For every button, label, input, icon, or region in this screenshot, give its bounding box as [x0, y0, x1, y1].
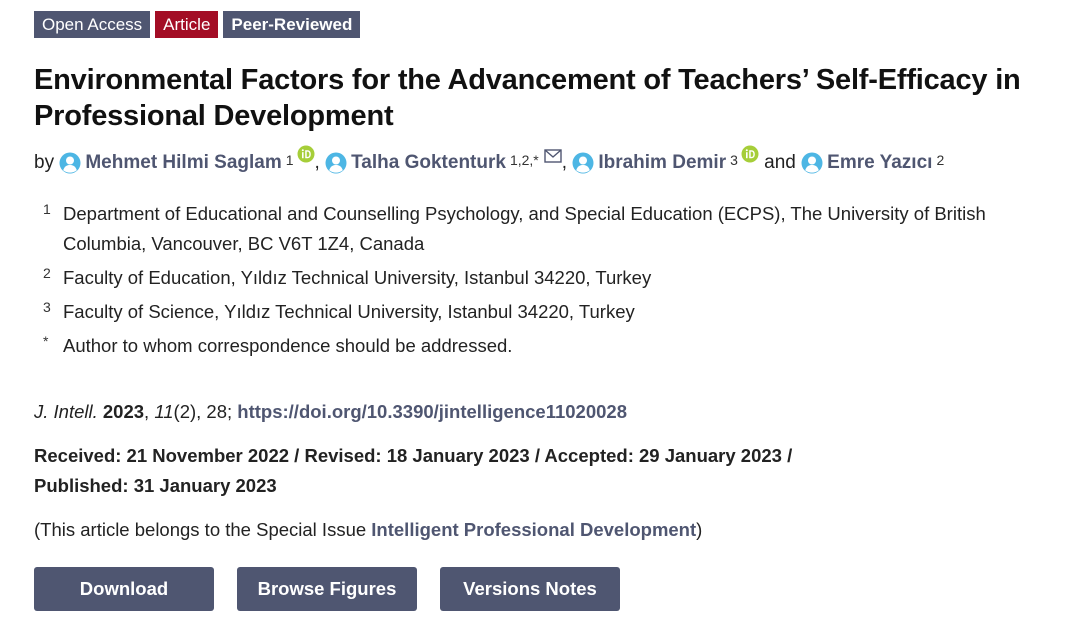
person-icon [801, 152, 823, 174]
author-list: by Mehmet Hilmi Saglam 1, Talha Goktentur… [34, 149, 1059, 177]
mail-icon[interactable] [544, 149, 562, 163]
affiliation-item: 1 Department of Educational and Counsell… [34, 199, 1059, 259]
author-name[interactable]: Mehmet Hilmi Saglam [85, 149, 281, 177]
special-issue-note: (This article belongs to the Special Iss… [34, 517, 1059, 543]
author-demir[interactable]: Ibrahim Demir [572, 149, 726, 177]
special-issue-prefix: (This article belongs to the Special Iss… [34, 519, 372, 541]
download-button[interactable]: Download [34, 567, 214, 611]
affiliation-text: Faculty of Science, Yıldız Technical Uni… [63, 301, 635, 323]
affiliation-item: 2 Faculty of Education, Yıldız Technical… [34, 263, 1059, 293]
author-saglam[interactable]: Mehmet Hilmi Saglam [59, 149, 282, 177]
author-affiliation-sup: 1,2,* [509, 152, 539, 168]
journal-name: J. Intell. [34, 401, 98, 423]
affiliation-mark: * [43, 333, 49, 350]
person-icon [572, 152, 594, 174]
affiliation-item: 3 Faculty of Science, Yıldız Technical U… [34, 297, 1059, 327]
open-access-badge: Open Access [34, 11, 151, 38]
affiliation-mark: 2 [43, 265, 51, 282]
action-buttons: Download Browse Figures Versions Notes [34, 567, 620, 611]
author-affiliation-sup: 2 [936, 152, 945, 168]
author-affiliation-sup: 3 [730, 152, 738, 168]
affiliation-text: Department of Educational and Counsellin… [63, 203, 986, 255]
by-label: by [34, 152, 55, 174]
affiliation-item: * Author to whom correspondence should b… [34, 331, 1059, 361]
publication-dates: Received: 21 November 2022 / Revised: 18… [34, 441, 1059, 501]
citation-line: J. Intell. 2023, 11(2), 28; https://doi.… [34, 401, 627, 423]
browse-figures-button[interactable]: Browse Figures [237, 567, 417, 611]
doi-link[interactable]: https://doi.org/10.3390/jintelligence110… [237, 401, 627, 422]
citation-volume: 11 [154, 401, 174, 423]
versions-notes-button[interactable]: Versions Notes [440, 567, 620, 611]
special-issue-link[interactable]: Intelligent Professional Development [371, 519, 696, 540]
affiliation-list: 1 Department of Educational and Counsell… [34, 199, 1059, 361]
affiliation-mark: 1 [43, 201, 51, 218]
dates-line-1: Received: 21 November 2022 / Revised: 18… [34, 445, 793, 467]
and-label: and [764, 152, 796, 174]
orcid-icon[interactable] [741, 145, 759, 163]
dates-line-2: Published: 31 January 2023 [34, 475, 277, 497]
author-name[interactable]: Ibrahim Demir [598, 149, 726, 177]
orcid-icon[interactable] [297, 145, 315, 163]
article-title: Environmental Factors for the Advancemen… [34, 64, 1021, 132]
citation-issue: (2), 28; [173, 401, 238, 423]
badge-row: Open Access Article Peer-Reviewed [34, 11, 1059, 38]
author-affiliation-sup: 1 [285, 152, 294, 168]
person-icon [325, 152, 347, 174]
affiliation-mark: 3 [43, 299, 51, 316]
author-yazici[interactable]: Emre Yazıcı [801, 149, 932, 177]
affiliation-text: Faculty of Education, Yıldız Technical U… [63, 267, 652, 289]
affiliation-text: Author to whom correspondence should be … [63, 335, 513, 357]
author-goktenturk[interactable]: Talha Goktenturk [325, 149, 506, 177]
peer-reviewed-badge: Peer-Reviewed [223, 11, 361, 38]
citation-year: 2023 [102, 401, 145, 423]
article-header: Open Access Article Peer-Reviewed Enviro… [34, 11, 1059, 543]
special-issue-suffix: ) [696, 519, 703, 541]
author-name[interactable]: Talha Goktenturk [351, 149, 506, 177]
article-type-badge: Article [155, 11, 219, 38]
author-name[interactable]: Emre Yazıcı [827, 149, 932, 177]
person-icon [59, 152, 81, 174]
